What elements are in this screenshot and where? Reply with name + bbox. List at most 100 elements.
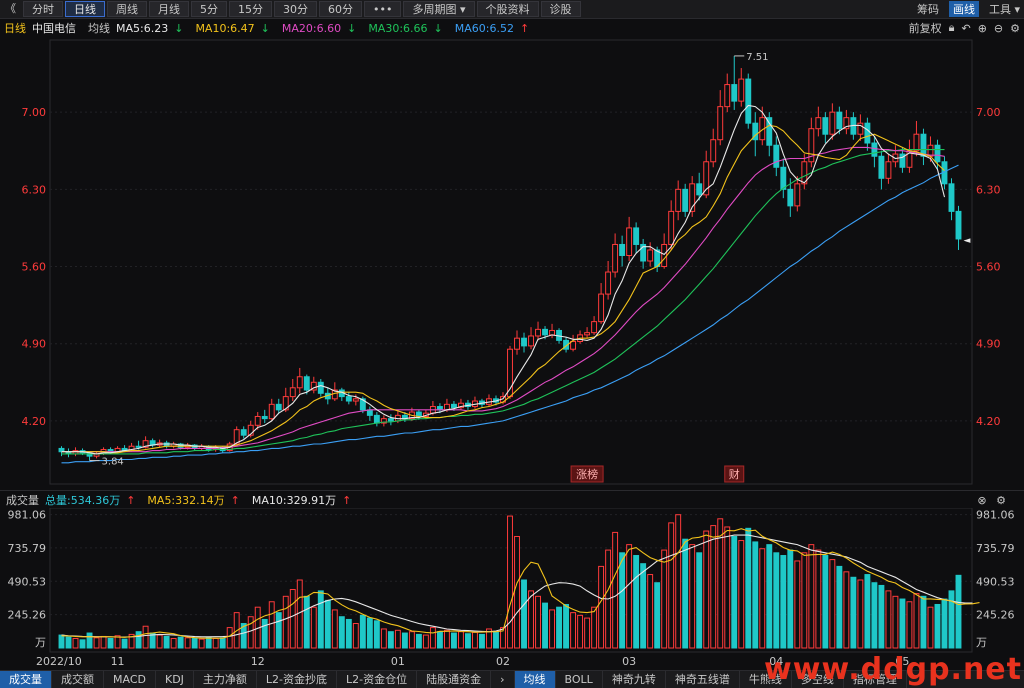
volume-bar [857,579,864,649]
volume-bar [107,637,114,649]
indicator-tab-4[interactable]: 主力净额 [194,671,257,688]
candlestick-chart[interactable]: 7.00 7.00 6.30 6.30 5.60 5.60 4.90 4.90 4.20 4.20… [0,38,1024,486]
candle-body [626,227,633,256]
volume-ma10: MA10:329.91万 ↑ [251,494,352,507]
ma10-value: MA10:6.47 ↓ [195,21,270,35]
ma-label: 均线 [88,22,110,35]
period-button-11[interactable]: 诊股 [540,1,581,17]
price-tick-left: 4.20 [22,415,47,428]
candle-body [738,78,745,102]
volume-bar [878,584,885,649]
settings-icon[interactable]: ⚙ [1010,22,1020,35]
candle-body [675,188,682,212]
volume-bar [745,527,752,649]
volume-bar [542,602,548,649]
period-button-8[interactable]: ••• [364,1,402,17]
indicator-tab-8[interactable]: 均线 [514,671,556,688]
ma20-line [61,146,945,453]
period-button-9[interactable]: 多周期图 ▾ [403,1,475,17]
volume-bar [198,638,205,649]
volume-bar [310,606,317,649]
volume-bar [829,559,836,649]
volume-bar [885,590,892,649]
volume-bar [703,530,710,649]
volume-bar [184,637,191,649]
period-button-0[interactable]: 分时 [23,1,63,17]
chips-button[interactable]: 筹码 [917,1,939,17]
indicator-tab-9[interactable]: BOLL [556,671,603,688]
candle-body [240,429,247,436]
period-button-7[interactable]: 60分 [319,1,362,17]
indicator-tab-0[interactable]: 成交量 [0,671,52,688]
ma60-line [61,164,959,464]
volume-bar [871,582,878,649]
volume-total: 总量:534.36万 ↑ [45,494,136,507]
indicator-tab-3[interactable]: KDJ [156,671,194,688]
candle-body [668,210,675,245]
indicator-tab-7[interactable]: 陆股通资金 [417,671,492,688]
period-button-10[interactable]: 个股资料 [476,1,539,17]
volume-bar [443,629,450,649]
volume-chart[interactable]: 981.06 981.06 735.79 735.79 490.53 490.53 245.… [0,508,1024,654]
period-button-5[interactable]: 15分 [229,1,272,17]
candle-body [633,227,640,245]
indicator-tab-6[interactable]: L2-资金仓位 [337,671,418,688]
collapse-icon[interactable]: 《 [0,1,21,17]
period-toolbar: 《 分时 日线 周线 月线 5分 15分 30分 60分 ••• 多周期图 ▾ 个股资料 诊股 筹码 … [0,0,1024,19]
plot-frame [49,39,973,485]
volume-bar [647,574,654,649]
volume-bar [850,576,857,649]
volume-bar [212,637,219,649]
candle-body [605,271,612,295]
lock-icon[interactable]: 🔒︎ [949,21,955,35]
price-tick-left: 6.30 [22,183,47,196]
period-button-6[interactable]: 30分 [274,1,317,17]
chevron-right-icon[interactable]: › [491,671,515,688]
volume-info-bar: 成交量 总量:534.36万 ↑ MA5:332.14万 ↑ MA10:329.91… [0,490,1024,509]
indicator-tab-10[interactable]: 神奇九转 [603,671,666,688]
draw-line-button[interactable]: 画线 [948,1,979,17]
candle-body [135,445,142,448]
zoom-out-icon[interactable]: ⊖ [994,22,1003,35]
volume-unit-left: 万 [35,636,46,649]
volume-bar [135,631,142,649]
period-button-1[interactable]: 日线 [65,1,105,17]
volume-tick-left: 245.26 [8,609,47,622]
volume-bar [331,609,338,649]
volume-bar [317,590,324,649]
ma30-line [61,149,945,455]
indicator-tab-1[interactable]: 成交额 [52,671,104,688]
candle-body [261,415,268,420]
volume-bar [156,634,163,649]
volume-tick-left: 981.06 [8,509,47,522]
period-button-2[interactable]: 周线 [107,1,147,17]
stock-name[interactable]: 中国电信 [32,20,76,36]
indicator-tab-2[interactable]: MACD [104,671,156,688]
candle-body [549,329,555,336]
candle-body [731,84,738,102]
indicator-tab-11[interactable]: 神奇五线谱 [666,671,740,688]
candle-body [836,111,843,130]
period-button-3[interactable]: 月线 [149,1,189,17]
date-tick: 2022/10 [36,655,82,668]
date-tick: 11 [111,655,125,668]
volume-bar [65,636,72,649]
volume-bar [191,637,198,649]
zoom-in-icon[interactable]: ⊕ [978,22,987,35]
candle-body [829,111,836,135]
tools-menu[interactable]: 工具 ▾ [989,1,1020,17]
close-icon[interactable]: ⊗ [977,494,986,507]
adjust-mode[interactable]: 前复权 [909,20,942,36]
undo-icon[interactable]: ↶ [961,22,970,35]
candle-body [296,376,303,389]
volume-bar [507,515,513,649]
indicator-tab-5[interactable]: L2-资金抄底 [257,671,338,688]
volume-bar [436,631,443,649]
candle-body [920,133,927,157]
ma-info-bar: 日线 中国电信 均线 MA5:6.23 ↓ MA10:6.47 ↓ MA20:6.6… [0,19,1024,37]
period-button-4[interactable]: 5分 [191,1,227,17]
volume-bar [521,579,527,649]
volume-bar [205,636,212,649]
settings-icon[interactable]: ⚙ [996,494,1006,507]
volume-bar [549,609,555,649]
